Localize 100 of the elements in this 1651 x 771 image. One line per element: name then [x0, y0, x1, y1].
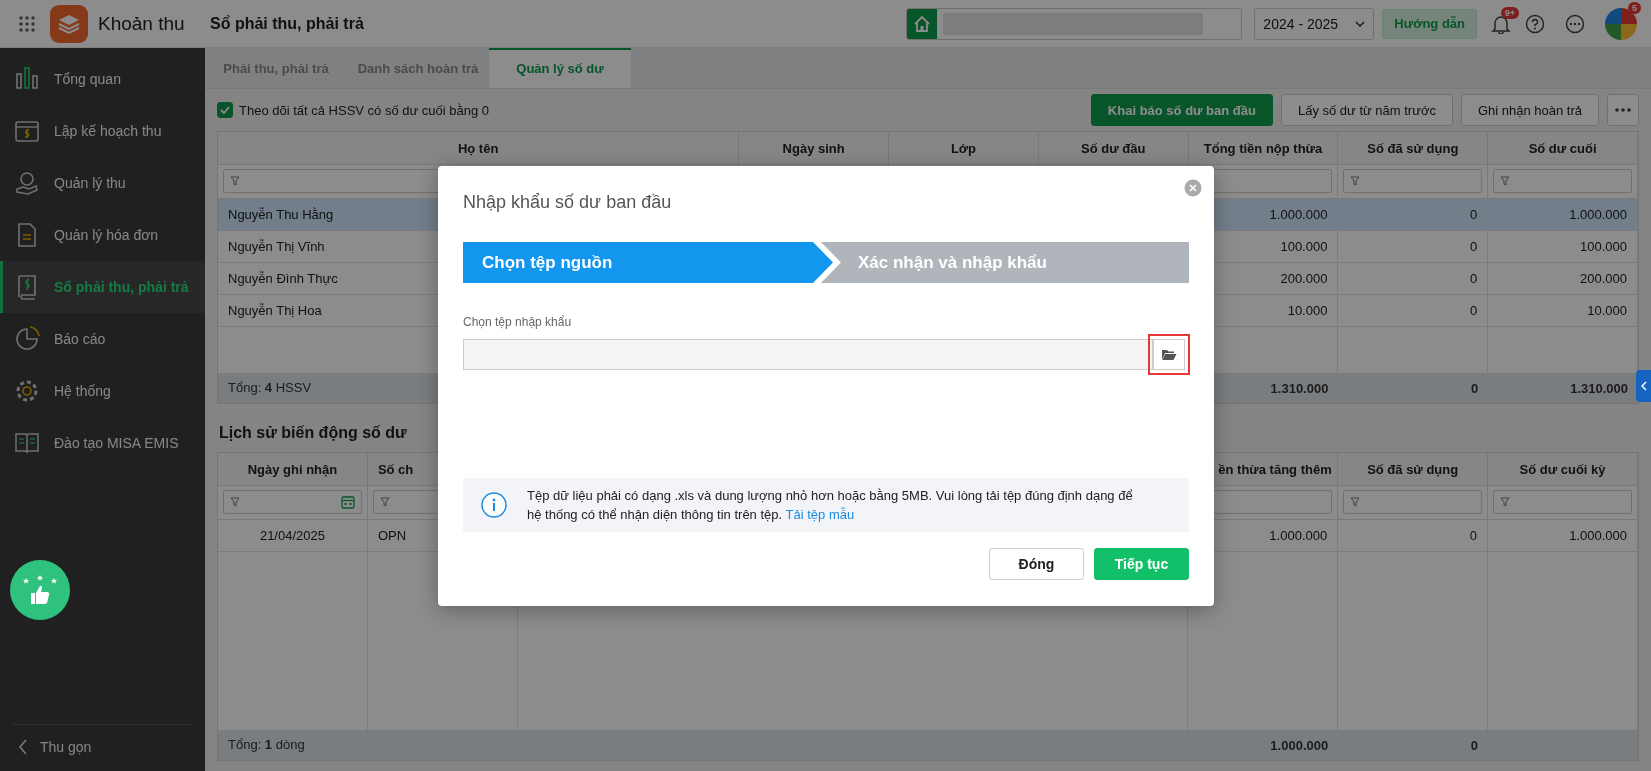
bar-chart-icon: [14, 66, 40, 92]
sidebar-item-label: Đào tạo MISA EMIS: [54, 435, 179, 451]
column-header: Số dư đầu: [1038, 132, 1189, 165]
more-icon[interactable]: [1565, 13, 1585, 34]
toolbar-button[interactable]: Ghi nhận hoàn trả: [1460, 94, 1599, 126]
table-cell: 100.000: [1488, 231, 1638, 263]
thumbs-up-stars-icon: [22, 574, 58, 606]
year-select[interactable]: 2024 - 2025: [1254, 7, 1375, 40]
table-cell: 200.000: [1488, 263, 1638, 295]
file-path-field[interactable]: [463, 339, 1153, 370]
sidebar-item[interactable]: Hệ thống: [0, 365, 205, 417]
avatar[interactable]: [1605, 7, 1637, 40]
more-button[interactable]: [1607, 94, 1639, 126]
sidebar-item-label: Báo cáo: [54, 331, 106, 347]
collapse-button[interactable]: Thu gọn: [12, 724, 193, 769]
close-button[interactable]: Đóng: [989, 548, 1084, 580]
filter-icon: [379, 497, 390, 507]
info-message: Tệp dữ liệu phải có dạng .xls và dung lượng nhỏ hơn hoặc bằng 5MB. Vui lòng tải tệp đúng định dạng để hệ thống có thể nhận diện thông tin trên tệp. Tải tệp mẫu: [527, 487, 1134, 524]
column-header: Số đã sử dụng: [1338, 132, 1489, 165]
filter-icon: [1350, 497, 1361, 507]
feedback-button[interactable]: [10, 560, 70, 620]
folder-icon: [1161, 348, 1177, 361]
sidebar-item[interactable]: Tổng quan: [0, 53, 205, 105]
home-icon: [913, 14, 932, 33]
column-header: Ngày ghi nhận: [218, 453, 368, 486]
sidebar-item-label: Tổng quan: [54, 71, 121, 87]
table-cell: 0: [1338, 295, 1489, 327]
stack-icon: [58, 12, 80, 35]
checkbox[interactable]: [217, 102, 233, 118]
total-cell-text: 1.310.000: [1269, 379, 1330, 398]
info-icon: [481, 492, 507, 518]
sidebar-item[interactable]: Lập kế hoạch thu: [0, 105, 205, 157]
collapse-label: Thu gọn: [40, 739, 92, 755]
column-header: Số dư cuối: [1488, 132, 1638, 165]
column-header: Lớp: [889, 132, 1039, 165]
column-header: Tổng tiền nộp thừa: [1188, 132, 1339, 165]
column-header: Họ tên: [218, 132, 740, 165]
guide-button[interactable]: Hướng dẫn: [1382, 8, 1477, 39]
side-panel-toggle[interactable]: [1636, 370, 1651, 402]
book-icon: [14, 430, 40, 456]
sidebar-item-label: Lập kế hoạch thu: [54, 123, 162, 139]
sidebar-item-label: Quản lý hóa đơn: [54, 227, 159, 243]
filter-field[interactable]: [1493, 169, 1632, 193]
sidebar-item-label: Quản lý thu: [54, 175, 126, 191]
section-title: Lịch sử biến động số dư: [219, 424, 408, 442]
column-header: Số đã sử dụng: [1338, 453, 1489, 486]
filter-icon: [1500, 176, 1511, 186]
filter-field[interactable]: [1343, 169, 1483, 193]
table-cell: 0: [1338, 199, 1489, 231]
sidebar-item-label: Sổ phải thu, phải trả: [54, 279, 189, 295]
sidebar-item-label: Hệ thống: [54, 383, 111, 399]
total-cell-text: 1.000.000: [1269, 736, 1330, 755]
download-template-link[interactable]: Tải tệp mẫu: [785, 507, 855, 522]
gear-icon: [14, 378, 40, 404]
toolbar-button[interactable]: Lấy số dư từ năm trước: [1280, 94, 1453, 126]
chevron-left-icon: [1640, 381, 1647, 391]
column-header: Số dư cuối kỳ: [1488, 453, 1638, 486]
school-selector[interactable]: [906, 7, 1243, 40]
sidebar-item[interactable]: Quản lý hóa đơn: [0, 209, 205, 261]
total-label: Tổng: 1 dòng: [227, 736, 306, 754]
pie-chart-icon: [14, 326, 40, 352]
filter-field[interactable]: [223, 490, 362, 514]
total-cell-text: 0: [1469, 379, 1480, 398]
sidebar-item[interactable]: Sổ phải thu, phải trả: [0, 261, 205, 313]
checkbox-label: Theo dõi tất cả HSSV có số dư cuối bằng 0: [239, 102, 490, 118]
checkmark-icon: [220, 106, 230, 114]
wizard-step: Chọn tệp nguồn: [463, 242, 833, 283]
close-icon[interactable]: [1184, 179, 1202, 197]
filter-icon: [230, 176, 240, 186]
total-cell-text: 1.310.000: [1569, 379, 1629, 398]
coin-hand-icon: [14, 170, 40, 196]
page-title: Sổ phải thu, phải trả: [210, 14, 364, 33]
sidebar-item[interactable]: Báo cáo: [0, 313, 205, 365]
declare-balance-button[interactable]: Khai báo số dư ban đầu: [1090, 94, 1273, 126]
year-value: 2024 - 2025: [1263, 15, 1339, 32]
filter-field[interactable]: [1343, 490, 1483, 514]
app-grid-icon[interactable]: [18, 14, 36, 33]
filter-icon: [230, 497, 240, 507]
sidebar-item[interactable]: Quản lý thu: [0, 157, 205, 209]
total-cell-text: 0: [1469, 736, 1480, 755]
tab[interactable]: Quản lý số dư: [489, 48, 631, 88]
table-cell: 1.000.000: [1488, 199, 1638, 231]
filter-field[interactable]: [1493, 490, 1632, 514]
table-cell: 0: [1338, 520, 1489, 552]
avatar-badge: 5: [1628, 1, 1641, 14]
table-cell: 0: [1338, 263, 1489, 295]
help-icon[interactable]: [1525, 13, 1545, 34]
more-icon: [1615, 108, 1631, 112]
chevron-down-icon: [1355, 20, 1366, 27]
sidebar-item[interactable]: Đào tạo MISA EMIS: [0, 417, 205, 469]
app-title: Khoản thu: [98, 12, 186, 35]
notification-badge: 9+: [1500, 6, 1519, 19]
filter-icon: [1500, 497, 1511, 507]
field-label: Chọn tệp nhập khẩu: [463, 315, 573, 329]
table-cell: 0: [1338, 231, 1489, 263]
wizard-step: Xác nhận và nhập khẩu: [821, 242, 1189, 283]
continue-button[interactable]: Tiếp tục: [1094, 548, 1189, 580]
calendar-icon: [340, 495, 355, 509]
chevron-left-icon: [18, 739, 28, 755]
total-label: Tổng: 4 HSSV: [227, 379, 313, 397]
